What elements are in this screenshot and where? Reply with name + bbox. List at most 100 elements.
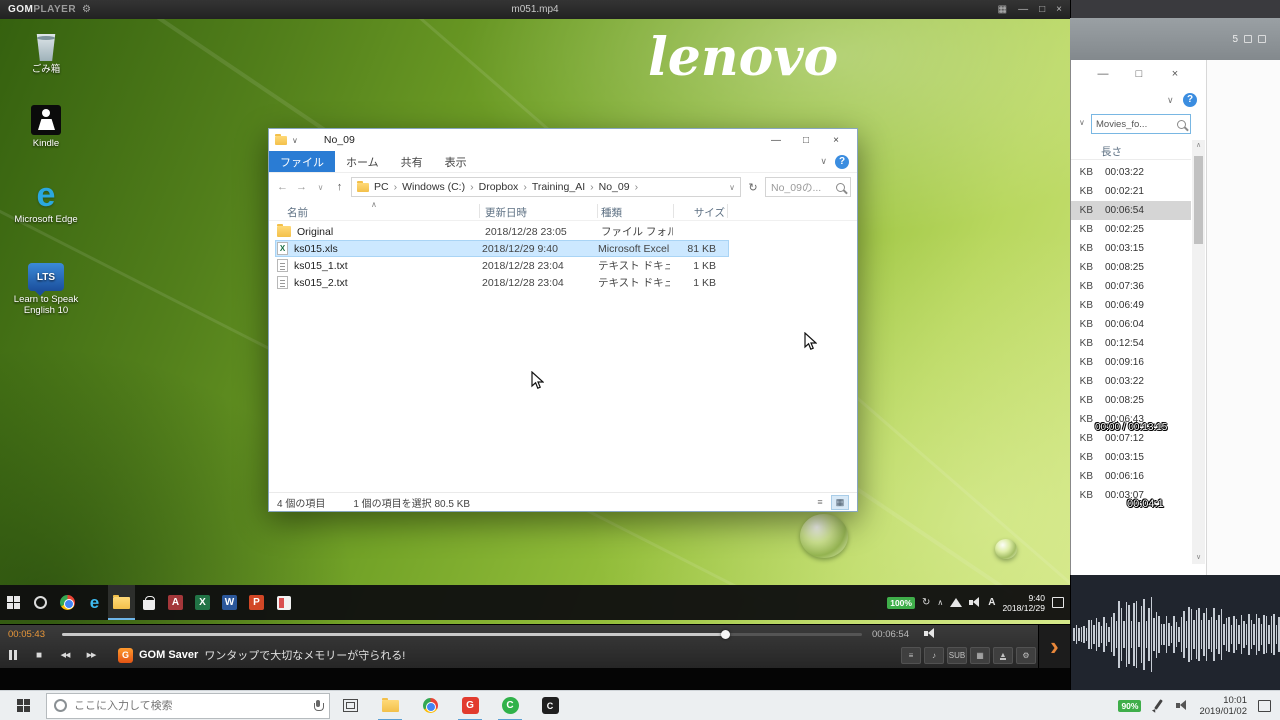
tab-share[interactable]: 共有 <box>390 151 434 172</box>
refresh-button[interactable]: ↻ <box>745 181 761 194</box>
ribbon-collapse-icon[interactable]: ∨ <box>1167 95 1174 106</box>
breadcrumb-item[interactable]: PC <box>374 181 402 193</box>
next-button[interactable]: ▶▶ <box>78 644 104 666</box>
start-button[interactable] <box>0 691 46 720</box>
forward-button[interactable]: → <box>294 181 309 193</box>
breadcrumb-item[interactable]: No_09 <box>599 181 643 193</box>
column-header-name[interactable]: 名前 <box>287 205 308 220</box>
minimize-button[interactable]: — <box>1085 68 1121 80</box>
battery-badge[interactable]: 90% <box>1118 700 1141 712</box>
explorer-search-box[interactable]: No_09の... <box>765 177 851 197</box>
gear-icon[interactable]: ⚙ <box>82 4 91 15</box>
playlist-row[interactable]: KB00:08:25 <box>1071 391 1191 410</box>
audio-button[interactable]: ♪ <box>924 647 944 664</box>
scrollbar-thumb[interactable] <box>1194 156 1203 244</box>
start-button[interactable] <box>0 585 27 620</box>
pause-button[interactable] <box>0 644 26 666</box>
playlist-row[interactable]: KB00:03:15 <box>1071 448 1191 467</box>
unknown-app-taskbar-icon[interactable] <box>270 585 297 620</box>
search-input[interactable] <box>74 700 307 712</box>
close-button[interactable]: × <box>821 135 851 146</box>
explorer-taskbar-icon[interactable] <box>108 585 135 620</box>
panel-icon[interactable]: ▦ <box>998 4 1007 15</box>
playlist-row[interactable]: KB00:02:21 <box>1071 182 1191 201</box>
desktop-icon-recycle-bin[interactable]: ごみ箱 <box>13 27 79 75</box>
file-row[interactable]: Original2018/12/28 23:05ファイル フォルダー <box>275 223 729 240</box>
close-button[interactable]: × <box>1056 4 1062 15</box>
quick-access-dropdown-icon[interactable]: ∨ <box>292 136 298 145</box>
gom-taskbar-icon[interactable]: G <box>450 691 490 720</box>
search-box[interactable] <box>46 693 330 719</box>
word-taskbar-icon[interactable]: W <box>216 585 243 620</box>
wifi-icon[interactable] <box>950 598 962 607</box>
notification-icon[interactable] <box>1052 597 1064 608</box>
breadcrumb-item[interactable]: Dropbox <box>479 181 532 193</box>
powerpoint-taskbar-icon[interactable]: P <box>243 585 270 620</box>
taskbar-clock[interactable]: 9:40 2018/12/29 <box>1002 593 1045 613</box>
list-view-button[interactable]: ≡ <box>811 495 829 510</box>
file-row[interactable]: Xks015.xls2018/12/29 9:40Microsoft Excel… <box>275 240 729 257</box>
column-header-length[interactable]: 長さ <box>1071 140 1191 160</box>
app-c-taskbar-icon[interactable]: C <box>530 691 570 720</box>
playlist-button[interactable]: ≡ <box>901 647 921 664</box>
scroll-down-icon[interactable]: ∨ <box>1192 552 1205 564</box>
edge-taskbar-icon[interactable]: e <box>81 585 108 620</box>
playlist-row[interactable]: KB00:06:04 <box>1071 315 1191 334</box>
seek-bar[interactable] <box>62 633 862 636</box>
explorer-search-box[interactable]: Movies_fo... <box>1091 114 1191 134</box>
playlist-row[interactable]: KB00:09:16 <box>1071 353 1191 372</box>
maximize-button[interactable]: □ <box>1039 4 1045 15</box>
thumbnail-view-button[interactable]: ▦ <box>831 495 849 510</box>
excel-taskbar-icon[interactable]: X <box>189 585 216 620</box>
panel-toggle-button[interactable]: › <box>1038 625 1070 668</box>
task-view-button[interactable] <box>330 691 370 720</box>
breadcrumb-item[interactable]: Training_AI <box>532 181 599 193</box>
playlist-row[interactable]: KB00:12:54 <box>1071 334 1191 353</box>
maximize-button[interactable]: □ <box>791 135 821 146</box>
playlist-row[interactable]: KB00:08:25 <box>1071 258 1191 277</box>
subtitle-button[interactable]: SUB <box>947 647 967 664</box>
explorer-titlebar[interactable]: ∨ No_09 — □ × <box>269 129 857 151</box>
playlist-row[interactable]: KB00:02:25 <box>1071 220 1191 239</box>
stop-button[interactable]: ■ <box>26 644 52 666</box>
desktop-icon-edge[interactable]: e Microsoft Edge <box>13 177 79 225</box>
ribbon-collapse-icon[interactable]: ∨ <box>820 156 827 167</box>
pen-icon[interactable] <box>1152 699 1165 712</box>
playlist-row[interactable]: KB00:06:49 <box>1071 296 1191 315</box>
column-header-date[interactable]: 更新日時 <box>485 205 527 220</box>
tab-file[interactable]: ファイル <box>269 151 335 172</box>
address-dropdown-icon[interactable]: ∨ <box>729 183 735 192</box>
maximize-button[interactable]: □ <box>1121 68 1157 80</box>
sync-icon[interactable]: ↻ <box>922 597 930 608</box>
back-button[interactable]: ← <box>275 181 290 193</box>
gom-saver-banner[interactable]: G GOM Saver ワンタップで大切なメモリーが守られる! <box>118 647 898 663</box>
chrome-taskbar-icon[interactable] <box>410 691 450 720</box>
address-bar[interactable]: PC Windows (C:) Dropbox Training_AI No_0… <box>351 177 741 197</box>
previous-button[interactable]: ◀◀ <box>52 644 78 666</box>
capture-button[interactable]: ▦ <box>970 647 990 664</box>
breadcrumb-item[interactable]: Windows (C:) <box>402 181 479 193</box>
tab-view[interactable]: 表示 <box>434 151 478 172</box>
explorer-taskbar-icon[interactable] <box>370 691 410 720</box>
seek-fill[interactable] <box>62 633 726 636</box>
playlist-row[interactable]: KB00:03:22 <box>1071 163 1191 182</box>
cortana-button[interactable] <box>27 585 54 620</box>
playlist-row[interactable]: KB00:06:54 <box>1071 201 1191 220</box>
up-button[interactable]: ↑ <box>332 181 347 193</box>
taskbar-clock[interactable]: 10:01 2019/01/02 <box>1199 695 1247 717</box>
volume-icon[interactable] <box>924 628 936 639</box>
desktop-icon-lts[interactable]: LTS Learn to Speak English 10 <box>13 257 79 316</box>
file-row[interactable]: ks015_2.txt2018/12/28 23:04テキスト ドキュメント1 … <box>275 274 729 291</box>
ime-indicator[interactable]: A <box>988 597 995 608</box>
playlist-row[interactable]: KB00:07:36 <box>1071 277 1191 296</box>
eject-button[interactable]: ▲ <box>993 647 1013 664</box>
speaker-icon[interactable] <box>1176 700 1188 711</box>
notification-icon[interactable] <box>1258 700 1271 712</box>
scrollbar[interactable]: ∧ ∨ <box>1192 140 1205 564</box>
minimize-button[interactable]: — <box>761 135 791 146</box>
speaker-icon[interactable] <box>969 597 981 608</box>
column-header-size[interactable]: サイズ <box>677 205 725 220</box>
help-icon[interactable]: ? <box>1183 93 1197 107</box>
close-button[interactable]: × <box>1157 68 1193 80</box>
column-header-type[interactable]: 種類 <box>601 205 622 220</box>
